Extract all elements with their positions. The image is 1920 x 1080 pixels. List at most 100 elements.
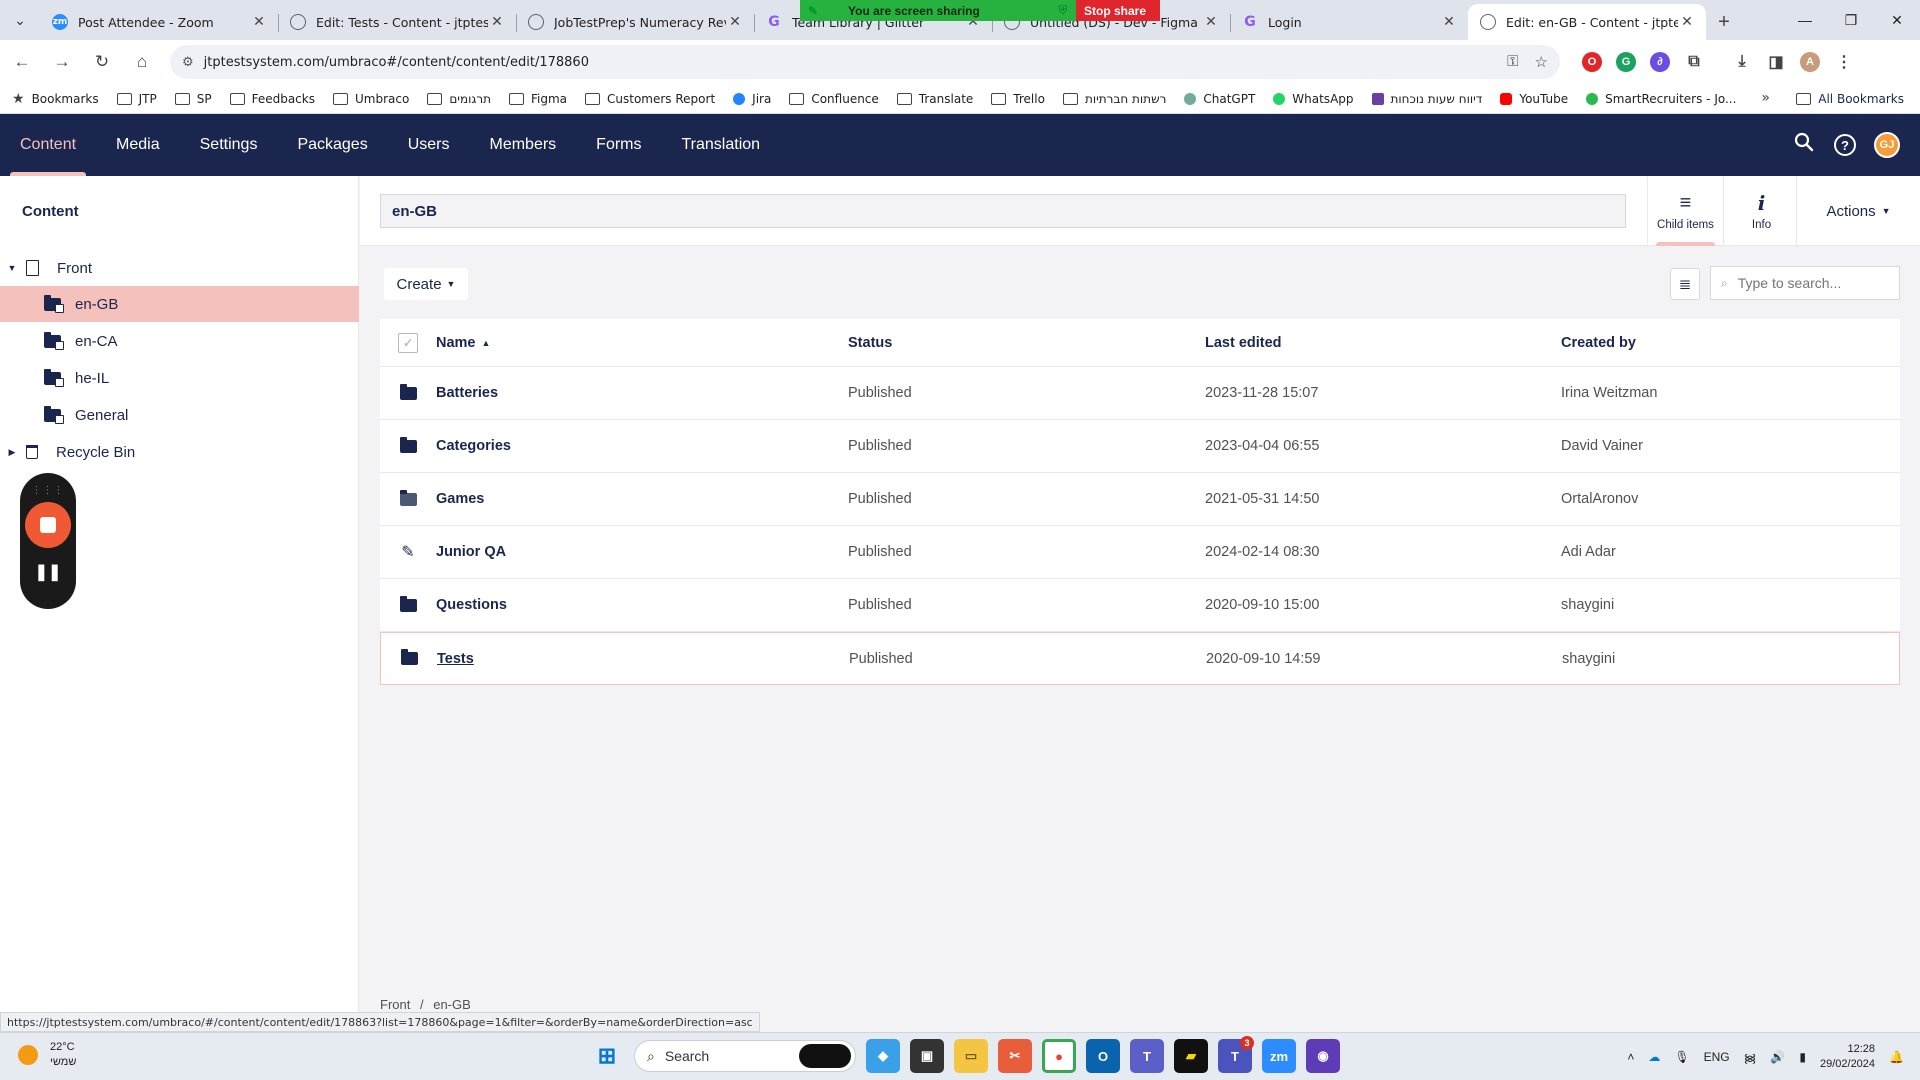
- tree-item-recycle-bin[interactable]: ▶ Recycle Bin: [0, 434, 359, 470]
- language-indicator[interactable]: ENG: [1704, 1050, 1730, 1064]
- snipping-tool-icon[interactable]: ✂: [998, 1039, 1032, 1073]
- tab-child-items[interactable]: ≡ Child items: [1647, 176, 1723, 246]
- table-row[interactable]: Categories Published 2023-04-04 06:55 Da…: [380, 420, 1900, 473]
- close-icon[interactable]: ✕: [1440, 14, 1458, 30]
- bookmark-folder[interactable]: Umbraco: [332, 92, 409, 106]
- bookmark-folder[interactable]: Figma: [508, 92, 567, 106]
- opera-extension-icon[interactable]: O: [1582, 52, 1602, 72]
- url-text[interactable]: jtptestsystem.com/umbraco#/content/conte…: [204, 55, 1507, 70]
- bookmark-folder[interactable]: Customers Report: [585, 92, 715, 106]
- table-row[interactable]: Batteries Published 2023-11-28 15:07 Iri…: [380, 367, 1900, 420]
- close-icon[interactable]: ✕: [250, 14, 268, 30]
- sticky-notes-icon[interactable]: ▰: [1174, 1039, 1208, 1073]
- browser-tab-active[interactable]: Edit: en-GB - Content - jtptests ✕: [1468, 4, 1706, 40]
- tree-item-en-gb[interactable]: en-GB: [0, 286, 359, 322]
- reload-icon[interactable]: ↻: [84, 44, 120, 80]
- clock[interactable]: 12:28 29/02/2024: [1820, 1042, 1875, 1072]
- stop-recording-button[interactable]: [25, 502, 71, 548]
- tree-item-general[interactable]: General: [0, 397, 359, 433]
- task-view-icon[interactable]: ▣: [910, 1039, 944, 1073]
- section-packages[interactable]: Packages: [277, 114, 387, 176]
- browser-tab[interactable]: Edit: Tests - Content - jtptestsy ✕: [278, 4, 516, 40]
- close-icon[interactable]: ✕: [1202, 14, 1220, 30]
- browser-tab[interactable]: zm Post Attendee - Zoom ✕: [40, 4, 278, 40]
- column-created-by[interactable]: Created by: [1561, 335, 1900, 351]
- home-icon[interactable]: ⌂: [124, 44, 160, 80]
- site-info-icon[interactable]: ⚙: [182, 54, 194, 70]
- extension-icon[interactable]: ∂: [1650, 52, 1670, 72]
- drag-handle-icon[interactable]: ⋮⋮⋮: [32, 485, 65, 496]
- bookmark-item[interactable]: ChatGPT: [1184, 92, 1255, 106]
- grammarly-extension-icon[interactable]: G: [1616, 52, 1636, 72]
- microphone-icon[interactable]: 🎙: [1674, 1050, 1689, 1064]
- browser-tab[interactable]: G Login ✕: [1230, 4, 1468, 40]
- volume-icon[interactable]: 🔊: [1770, 1050, 1785, 1064]
- close-icon[interactable]: ✕: [488, 14, 506, 30]
- pause-icon[interactable]: ❚❚: [35, 562, 62, 582]
- taskbar-search[interactable]: ⌕ Search: [634, 1040, 856, 1072]
- file-explorer-icon[interactable]: ▭: [954, 1039, 988, 1073]
- wifi-icon[interactable]: ᯼: [1744, 1049, 1757, 1066]
- search-icon[interactable]: [1792, 132, 1816, 158]
- tree-item-en-ca[interactable]: en-CA: [0, 323, 359, 359]
- column-name[interactable]: Name ▲: [436, 335, 848, 351]
- table-row[interactable]: Questions Published 2020-09-10 15:00 sha…: [380, 579, 1900, 632]
- address-bar[interactable]: ⚙ jtptestsystem.com/umbraco#/content/con…: [170, 45, 1560, 79]
- caret-down-icon[interactable]: ▼: [7, 263, 17, 273]
- row-name[interactable]: Games: [436, 491, 848, 507]
- user-avatar[interactable]: GJ: [1874, 132, 1900, 158]
- tab-search-icon[interactable]: ⌄: [0, 0, 40, 40]
- chrome-icon[interactable]: ●: [1042, 1039, 1076, 1073]
- bookmark-item[interactable]: דיווח שעות נוכחות: [1371, 92, 1482, 106]
- weather-widget[interactable]: 22°C שמשי: [18, 1040, 76, 1070]
- tab-info[interactable]: i Info: [1723, 176, 1799, 246]
- bookmark-folder[interactable]: Trello: [991, 92, 1045, 106]
- close-icon[interactable]: ✕: [726, 14, 744, 30]
- minimize-icon[interactable]: —: [1782, 0, 1828, 40]
- section-settings[interactable]: Settings: [180, 114, 278, 176]
- outlook-icon[interactable]: O: [1086, 1039, 1120, 1073]
- all-bookmarks[interactable]: All Bookmarks: [1796, 92, 1904, 106]
- stop-share-button[interactable]: Stop share: [1075, 0, 1160, 21]
- table-row[interactable]: ✎ Junior QA Published 2024-02-14 08:30 A…: [380, 526, 1900, 579]
- bookmark-folder[interactable]: Confluence: [789, 92, 879, 106]
- bookmark-folder[interactable]: Translate: [896, 92, 973, 106]
- caret-right-icon[interactable]: ▶: [7, 447, 17, 458]
- side-panel-icon[interactable]: ◨: [1766, 52, 1786, 72]
- download-icon[interactable]: ⤓: [1732, 52, 1752, 72]
- back-icon[interactable]: ←: [4, 44, 40, 80]
- browser-tab[interactable]: JobTestPrep's Numeracy Review ✕: [516, 4, 754, 40]
- zoom-icon[interactable]: zm: [1262, 1039, 1296, 1073]
- new-tab-button[interactable]: +: [1706, 4, 1742, 40]
- section-translation[interactable]: Translation: [662, 114, 781, 176]
- row-name[interactable]: Junior QA: [436, 544, 848, 560]
- row-name[interactable]: Questions: [436, 597, 848, 613]
- more-bookmarks-icon[interactable]: »: [1761, 90, 1770, 106]
- select-all-checkbox[interactable]: ✓: [398, 332, 418, 353]
- row-name-link[interactable]: Tests: [437, 651, 849, 667]
- table-row[interactable]: Games Published 2021-05-31 14:50 OrtalAr…: [380, 473, 1900, 526]
- teams-icon[interactable]: T: [1130, 1039, 1164, 1073]
- list-search[interactable]: ⌕: [1710, 266, 1900, 300]
- close-icon[interactable]: ✕: [1678, 14, 1696, 30]
- section-members[interactable]: Members: [469, 114, 576, 176]
- kebab-menu-icon[interactable]: ⋮: [1834, 52, 1854, 72]
- tree-item-he-il[interactable]: he-IL: [0, 360, 359, 396]
- column-last-edited[interactable]: Last edited: [1205, 335, 1561, 351]
- bookmark-folder[interactable]: Feedbacks: [229, 92, 315, 106]
- teams-new-icon[interactable]: T3: [1218, 1036, 1254, 1073]
- node-name-input[interactable]: en-GB: [380, 194, 1626, 228]
- table-row[interactable]: Tests Published 2020-09-10 14:59 shaygin…: [380, 632, 1900, 685]
- bookmark-item[interactable]: Jira: [733, 92, 771, 106]
- copilot-icon[interactable]: ◆: [866, 1039, 900, 1073]
- puzzle-extensions-icon[interactable]: ⧉: [1684, 52, 1704, 72]
- windows-start-icon[interactable]: ⊞: [590, 1039, 624, 1073]
- row-name[interactable]: Categories: [436, 438, 848, 454]
- section-content[interactable]: Content: [0, 114, 96, 176]
- help-icon[interactable]: ?: [1834, 134, 1856, 156]
- forward-icon[interactable]: →: [44, 44, 80, 80]
- bookmark-star-icon[interactable]: ☆: [1535, 53, 1548, 71]
- section-media[interactable]: Media: [96, 114, 180, 176]
- window-close-icon[interactable]: ✕: [1874, 0, 1920, 40]
- tree-item-front[interactable]: ▼ Front: [0, 250, 359, 286]
